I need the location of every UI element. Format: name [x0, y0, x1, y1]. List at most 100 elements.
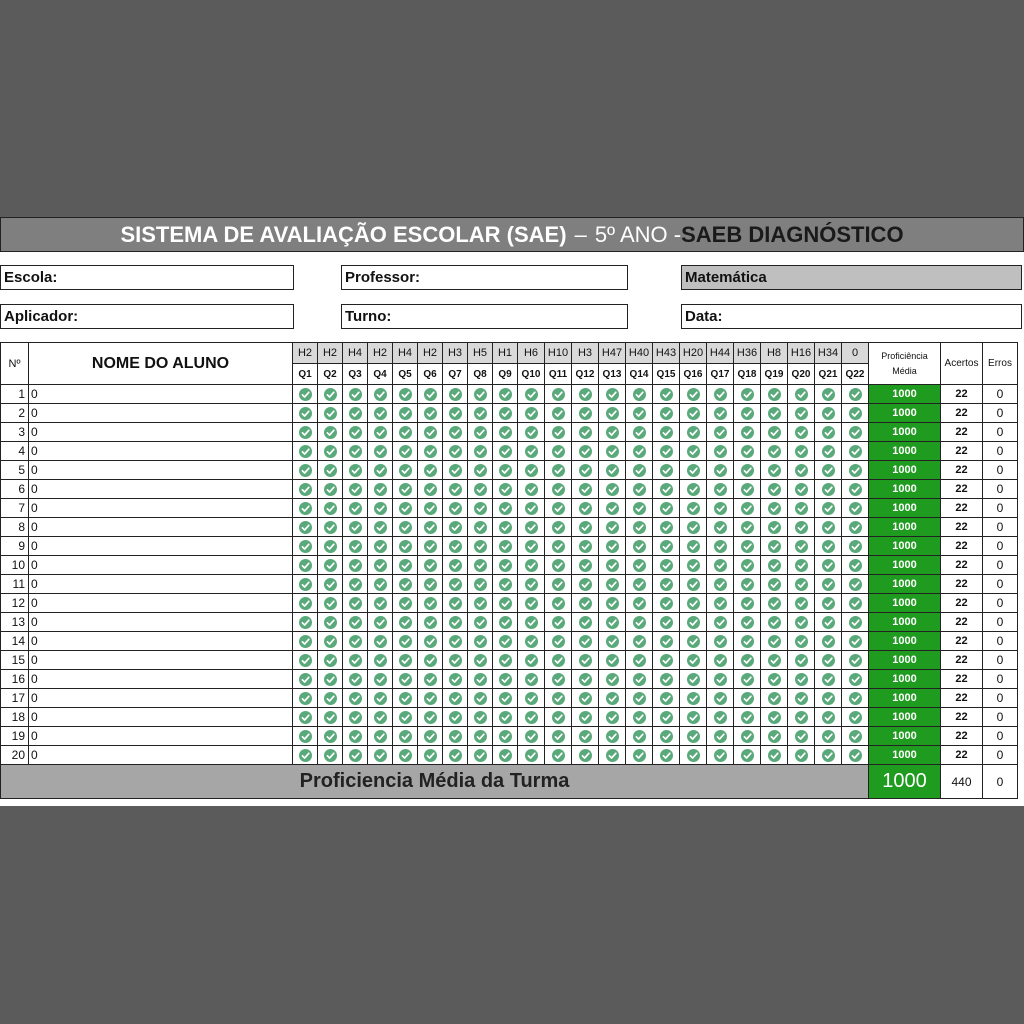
- answer-cell[interactable]: [442, 707, 468, 727]
- answer-cell[interactable]: [367, 707, 393, 727]
- answer-cell[interactable]: [598, 669, 626, 689]
- student-name-cell[interactable]: 0: [28, 745, 293, 765]
- answer-cell[interactable]: [367, 669, 393, 689]
- answer-cell[interactable]: [679, 441, 707, 461]
- answer-cell[interactable]: [392, 479, 418, 499]
- answer-cell[interactable]: [467, 555, 493, 575]
- answer-cell[interactable]: [787, 669, 815, 689]
- answer-cell[interactable]: [625, 650, 653, 670]
- answer-cell[interactable]: [571, 726, 599, 746]
- answer-cell[interactable]: [467, 593, 493, 613]
- answer-cell[interactable]: [760, 460, 788, 480]
- answer-cell[interactable]: [841, 384, 869, 404]
- answer-cell[interactable]: [706, 517, 734, 537]
- answer-cell[interactable]: [841, 631, 869, 651]
- answer-cell[interactable]: [652, 745, 680, 765]
- answer-cell[interactable]: [598, 441, 626, 461]
- answer-cell[interactable]: [292, 631, 318, 651]
- answer-cell[interactable]: [733, 555, 761, 575]
- answer-cell[interactable]: [706, 688, 734, 708]
- answer-cell[interactable]: [467, 574, 493, 594]
- answer-cell[interactable]: [841, 745, 869, 765]
- student-name-cell[interactable]: 0: [28, 726, 293, 746]
- answer-cell[interactable]: [342, 460, 368, 480]
- turno-field[interactable]: Turno:: [341, 304, 628, 329]
- answer-cell[interactable]: [625, 422, 653, 442]
- answer-cell[interactable]: [760, 726, 788, 746]
- answer-cell[interactable]: [625, 593, 653, 613]
- answer-cell[interactable]: [841, 441, 869, 461]
- answer-cell[interactable]: [392, 441, 418, 461]
- answer-cell[interactable]: [625, 517, 653, 537]
- answer-cell[interactable]: [292, 593, 318, 613]
- answer-cell[interactable]: [517, 536, 545, 556]
- answer-cell[interactable]: [733, 460, 761, 480]
- answer-cell[interactable]: [317, 479, 343, 499]
- answer-cell[interactable]: [787, 422, 815, 442]
- answer-cell[interactable]: [787, 574, 815, 594]
- answer-cell[interactable]: [492, 726, 518, 746]
- answer-cell[interactable]: [467, 460, 493, 480]
- answer-cell[interactable]: [442, 384, 468, 404]
- answer-cell[interactable]: [317, 593, 343, 613]
- answer-cell[interactable]: [760, 555, 788, 575]
- student-name-cell[interactable]: 0: [28, 517, 293, 537]
- answer-cell[interactable]: [679, 384, 707, 404]
- answer-cell[interactable]: [292, 612, 318, 632]
- answer-cell[interactable]: [706, 479, 734, 499]
- answer-cell[interactable]: [292, 517, 318, 537]
- answer-cell[interactable]: [342, 631, 368, 651]
- answer-cell[interactable]: [571, 593, 599, 613]
- answer-cell[interactable]: [317, 422, 343, 442]
- answer-cell[interactable]: [467, 479, 493, 499]
- answer-cell[interactable]: [467, 612, 493, 632]
- answer-cell[interactable]: [814, 517, 842, 537]
- answer-cell[interactable]: [544, 612, 572, 632]
- answer-cell[interactable]: [517, 650, 545, 670]
- answer-cell[interactable]: [760, 384, 788, 404]
- answer-cell[interactable]: [706, 555, 734, 575]
- answer-cell[interactable]: [517, 555, 545, 575]
- answer-cell[interactable]: [317, 460, 343, 480]
- answer-cell[interactable]: [492, 498, 518, 518]
- answer-cell[interactable]: [392, 498, 418, 518]
- answer-cell[interactable]: [544, 574, 572, 594]
- answer-cell[interactable]: [787, 688, 815, 708]
- answer-cell[interactable]: [571, 631, 599, 651]
- answer-cell[interactable]: [679, 536, 707, 556]
- answer-cell[interactable]: [292, 536, 318, 556]
- answer-cell[interactable]: [292, 460, 318, 480]
- subject-field[interactable]: Matemática: [681, 265, 1022, 290]
- answer-cell[interactable]: [544, 650, 572, 670]
- answer-cell[interactable]: [342, 384, 368, 404]
- answer-cell[interactable]: [598, 498, 626, 518]
- answer-cell[interactable]: [679, 479, 707, 499]
- answer-cell[interactable]: [417, 498, 443, 518]
- aplicador-field[interactable]: Aplicador:: [0, 304, 294, 329]
- answer-cell[interactable]: [292, 441, 318, 461]
- answer-cell[interactable]: [787, 593, 815, 613]
- answer-cell[interactable]: [544, 517, 572, 537]
- answer-cell[interactable]: [760, 403, 788, 423]
- answer-cell[interactable]: [625, 631, 653, 651]
- answer-cell[interactable]: [598, 612, 626, 632]
- answer-cell[interactable]: [392, 726, 418, 746]
- answer-cell[interactable]: [317, 688, 343, 708]
- answer-cell[interactable]: [733, 479, 761, 499]
- answer-cell[interactable]: [814, 631, 842, 651]
- answer-cell[interactable]: [679, 650, 707, 670]
- answer-cell[interactable]: [517, 631, 545, 651]
- answer-cell[interactable]: [679, 688, 707, 708]
- answer-cell[interactable]: [342, 441, 368, 461]
- answer-cell[interactable]: [679, 612, 707, 632]
- answer-cell[interactable]: [625, 745, 653, 765]
- answer-cell[interactable]: [652, 650, 680, 670]
- answer-cell[interactable]: [706, 441, 734, 461]
- answer-cell[interactable]: [841, 726, 869, 746]
- answer-cell[interactable]: [598, 479, 626, 499]
- answer-cell[interactable]: [571, 517, 599, 537]
- answer-cell[interactable]: [706, 460, 734, 480]
- answer-cell[interactable]: [625, 726, 653, 746]
- answer-cell[interactable]: [679, 498, 707, 518]
- answer-cell[interactable]: [517, 384, 545, 404]
